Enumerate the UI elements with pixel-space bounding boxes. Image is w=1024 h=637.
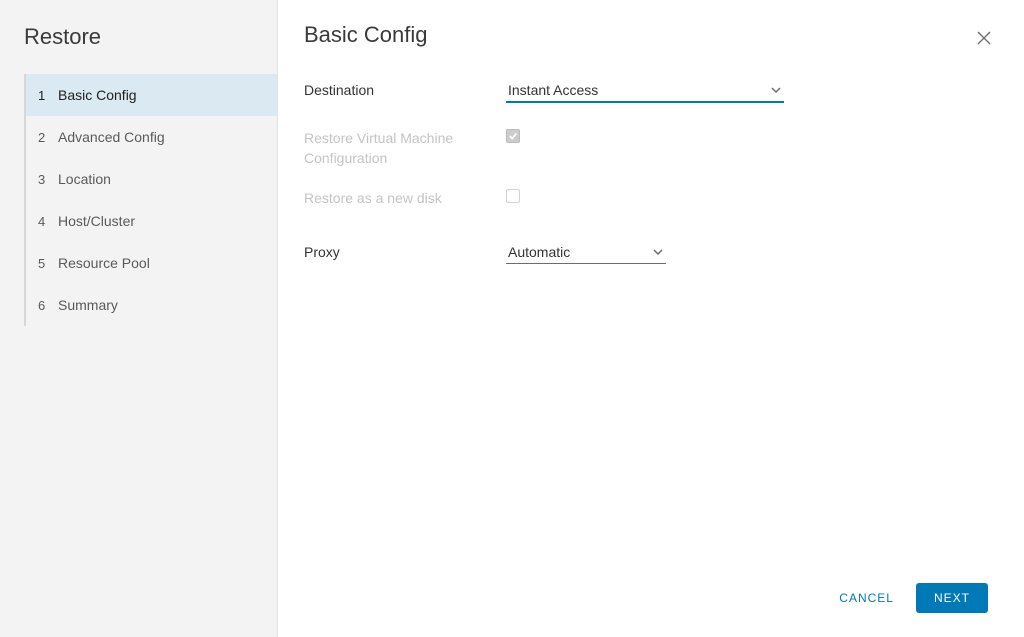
wizard-sidebar: Restore 1 Basic Config 2 Advanced Config… (0, 0, 278, 637)
step-basic-config[interactable]: 1 Basic Config (26, 74, 277, 116)
chevron-down-icon (770, 84, 782, 96)
step-label: Summary (58, 297, 118, 313)
step-advanced-config[interactable]: 2 Advanced Config (26, 116, 277, 158)
step-summary[interactable]: 6 Summary (26, 284, 277, 326)
restore-new-disk-label: Restore as a new disk (304, 186, 506, 208)
close-icon (976, 30, 992, 46)
wizard-panel: Basic Config Destination Instant Access (278, 0, 1024, 637)
step-label: Advanced Config (58, 129, 165, 145)
proxy-label: Proxy (304, 240, 506, 262)
destination-label: Destination (304, 78, 506, 100)
step-label: Basic Config (58, 87, 137, 103)
proxy-select[interactable]: Automatic (506, 240, 666, 264)
step-number: 2 (38, 130, 56, 145)
wizard-steps: 1 Basic Config 2 Advanced Config 3 Locat… (24, 74, 277, 326)
step-resource-pool[interactable]: 5 Resource Pool (26, 242, 277, 284)
restore-new-disk-checkbox (506, 189, 520, 203)
destination-select[interactable]: Instant Access (506, 78, 784, 102)
panel-title: Basic Config (304, 22, 428, 48)
proxy-value: Automatic (506, 244, 646, 260)
step-number: 6 (38, 298, 56, 313)
step-label: Location (58, 171, 111, 187)
close-button[interactable] (976, 30, 992, 46)
step-location[interactable]: 3 Location (26, 158, 277, 200)
check-icon (508, 131, 518, 141)
step-number: 4 (38, 214, 56, 229)
restore-vm-config-label: Restore Virtual Machine Configuration (304, 126, 506, 168)
step-number: 1 (38, 88, 56, 103)
step-number: 3 (38, 172, 56, 187)
sidebar-title: Restore (0, 18, 277, 74)
step-label: Resource Pool (58, 255, 150, 271)
next-button[interactable]: NEXT (916, 583, 988, 613)
cancel-button[interactable]: CANCEL (839, 591, 894, 605)
restore-vm-config-checkbox (506, 129, 520, 143)
chevron-down-icon (652, 246, 664, 258)
step-number: 5 (38, 256, 56, 271)
destination-value: Instant Access (506, 82, 764, 98)
step-host-cluster[interactable]: 4 Host/Cluster (26, 200, 277, 242)
step-label: Host/Cluster (58, 213, 135, 229)
